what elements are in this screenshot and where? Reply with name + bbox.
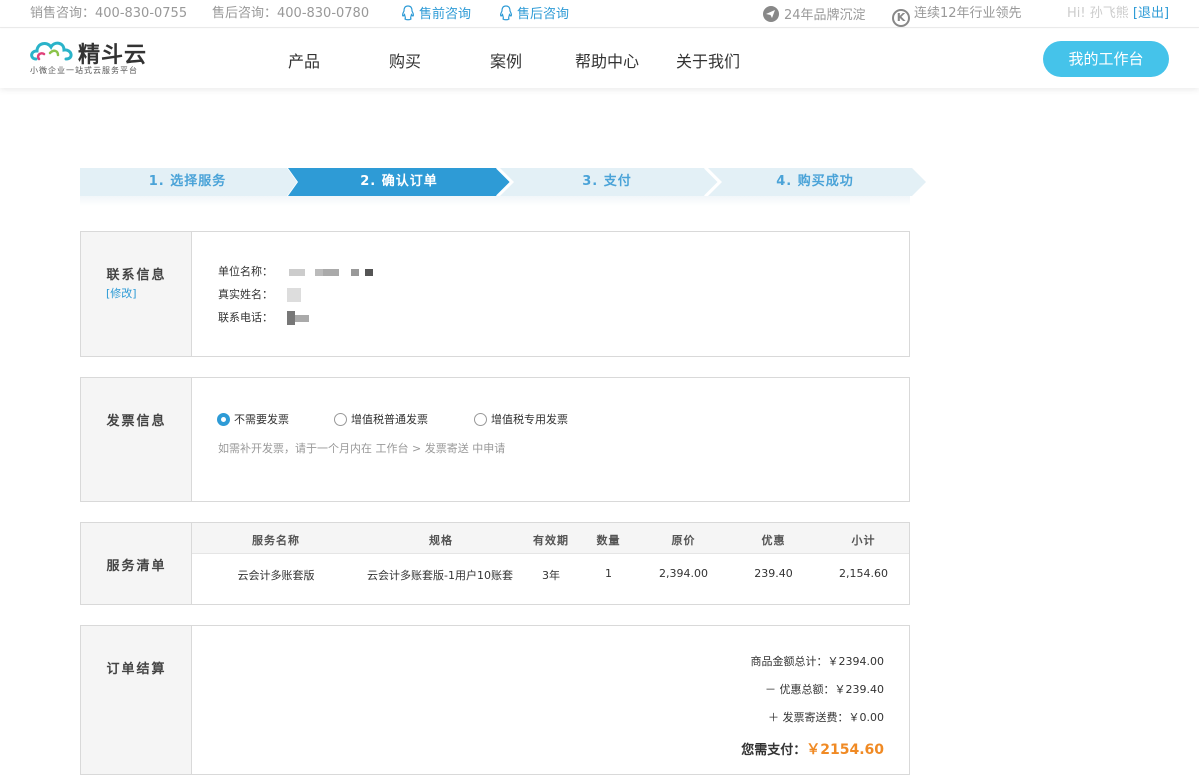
masked-phone-value <box>286 311 309 325</box>
goods-total: 商品金额总计：￥2394.00 <box>750 655 885 668</box>
cell-quantity: 1 <box>605 567 612 580</box>
qq-icon <box>499 5 513 21</box>
checkout-steps: 1. 选择服务 2. 确认订单 3. 支付 4. 购买成功 <box>80 168 930 198</box>
step-label: 2. 确认订单 <box>360 174 438 189</box>
phone-label: 联系电话： <box>218 311 273 324</box>
radio-vat-normal-invoice[interactable]: 增值税普通发票 <box>334 411 428 427</box>
radio-label: 增值税专用发票 <box>491 413 568 426</box>
invoice-note: 如需补开发票，请于一个月内在 工作台 > 发票寄送 中申请 <box>218 442 506 455</box>
radio-checked-icon <box>217 413 230 426</box>
invoice-title: 发票信息 <box>106 414 167 429</box>
industry-lead-label: 连续12年行业领先 <box>914 6 1022 21</box>
greeting-text: Hi! 孙飞熊 <box>1067 6 1129 21</box>
col-original-price: 原价 <box>671 534 696 547</box>
cloud-logo-icon <box>30 41 73 61</box>
col-spec: 规格 <box>429 534 453 547</box>
radio-unchecked-icon <box>474 413 487 426</box>
service-list-section: 服务清单 服务名称 规格 有效期 数量 原价 优惠 小计 云会计多账套版 云会计… <box>80 522 910 605</box>
order-summary-section: 订单结算 商品金额总计：￥2394.00 － 优惠总额：￥239.40 ＋ 发票… <box>80 625 910 775</box>
step-label: 4. 购买成功 <box>776 174 854 189</box>
main-header: 精斗云 小微企业一站式云服务平台 产品 购买 案例 帮助中心 关于我们 我的工作… <box>0 29 1199 88</box>
cell-validity: 3年 <box>542 569 560 582</box>
payable-total: 您需支付：￥2154.60 <box>741 739 884 759</box>
top-info-bar: 销售咨询：400-830-0755 售后咨询：400-830-0780 售前咨询… <box>0 0 1199 28</box>
step-success: 4. 购买成功 <box>704 168 926 196</box>
section-label-column: 联系信息 [修改] <box>81 232 192 356</box>
section-label-column: 发票信息 <box>81 378 192 501</box>
contact-title: 联系信息 <box>106 268 167 283</box>
col-discount: 优惠 <box>761 534 786 547</box>
nav-item-cases[interactable]: 案例 <box>490 48 522 72</box>
invoice-info-section: 发票信息 不需要发票 增值税普通发票 增值税专用发票 如需补开发票，请于一个月内… <box>80 377 910 502</box>
k-badge-icon: K <box>892 9 910 27</box>
logo-slogan: 小微企业一站式云服务平台 <box>30 66 138 75</box>
step-label: 1. 选择服务 <box>148 174 227 189</box>
logo[interactable]: 精斗云 小微企业一站式云服务平台 <box>30 37 160 77</box>
brand-years: 24年品牌沉淀 <box>762 5 866 25</box>
summary-title: 订单结算 <box>106 662 167 677</box>
service-title: 服务清单 <box>106 559 167 574</box>
section-label-column: 服务清单 <box>81 523 192 604</box>
discount-total: － 优惠总额：￥239.40 <box>765 683 884 696</box>
radio-vat-special-invoice[interactable]: 增值税专用发票 <box>474 411 568 427</box>
real-name-label: 真实姓名： <box>218 288 273 301</box>
aftersale-qq-label: 售后咨询 <box>517 7 570 22</box>
cell-original-price: 2,394.00 <box>659 567 708 580</box>
brand-years-label: 24年品牌沉淀 <box>784 8 866 23</box>
nav-item-help[interactable]: 帮助中心 <box>575 48 639 72</box>
cell-spec: 云会计多账套版-1用户10账套 <box>367 569 513 582</box>
qq-icon <box>401 5 415 21</box>
invoice-shipping-fee: ＋ 发票寄送费：￥0.00 <box>768 711 884 724</box>
step-confirm-order: 2. 确认订单 <box>288 168 513 196</box>
col-validity: 有效期 <box>533 534 569 547</box>
real-name-row: 真实姓名： <box>218 286 301 302</box>
radio-no-invoice[interactable]: 不需要发票 <box>217 411 289 427</box>
step-pay: 3. 支付 <box>496 168 721 196</box>
payable-amount: ￥2154.60 <box>806 742 884 758</box>
paper-plane-icon <box>763 6 779 22</box>
radio-label: 增值税普通发票 <box>351 413 428 426</box>
contact-info-section: 联系信息 [修改] 单位名称： 真实姓名： 联系电话： <box>80 231 910 357</box>
masked-name-value <box>286 288 301 302</box>
industry-lead: K 连续12年行业领先 <box>892 5 1022 27</box>
phone-row: 联系电话： <box>218 309 309 325</box>
nav-item-buy[interactable]: 购买 <box>389 48 421 72</box>
col-quantity: 数量 <box>596 534 621 547</box>
payable-label: 您需支付： <box>741 743 807 758</box>
presale-qq-link[interactable]: 售前咨询 <box>401 5 471 24</box>
cell-subtotal: 2,154.60 <box>839 567 888 580</box>
edit-contact-link[interactable]: [修改] <box>106 285 137 301</box>
nav-item-about[interactable]: 关于我们 <box>676 48 740 72</box>
section-label-column: 订单结算 <box>81 626 192 774</box>
workbench-button[interactable]: 我的工作台 <box>1043 41 1169 77</box>
radio-label: 不需要发票 <box>234 413 289 426</box>
masked-company-value <box>288 266 373 279</box>
sales-phone: 销售咨询：400-830-0755 <box>30 6 188 21</box>
company-label: 单位名称： <box>218 265 273 278</box>
col-service-name: 服务名称 <box>252 534 300 547</box>
cell-discount: 239.40 <box>754 567 793 580</box>
aftersale-qq-link[interactable]: 售后咨询 <box>499 5 569 24</box>
logout-link[interactable]: [退出] <box>1133 6 1169 21</box>
service-phone: 售后咨询：400-830-0780 <box>212 6 370 21</box>
col-subtotal: 小计 <box>851 534 876 547</box>
radio-unchecked-icon <box>334 413 347 426</box>
company-row: 单位名称： <box>218 263 373 279</box>
step-label: 3. 支付 <box>582 174 632 189</box>
presale-qq-label: 售前咨询 <box>419 7 472 22</box>
nav-item-products[interactable]: 产品 <box>288 48 320 72</box>
step-select-service: 1. 选择服务 <box>80 168 297 196</box>
cell-service-name: 云会计多账套版 <box>237 569 315 582</box>
user-greeting: Hi! 孙飞熊 [退出] <box>1067 5 1169 23</box>
